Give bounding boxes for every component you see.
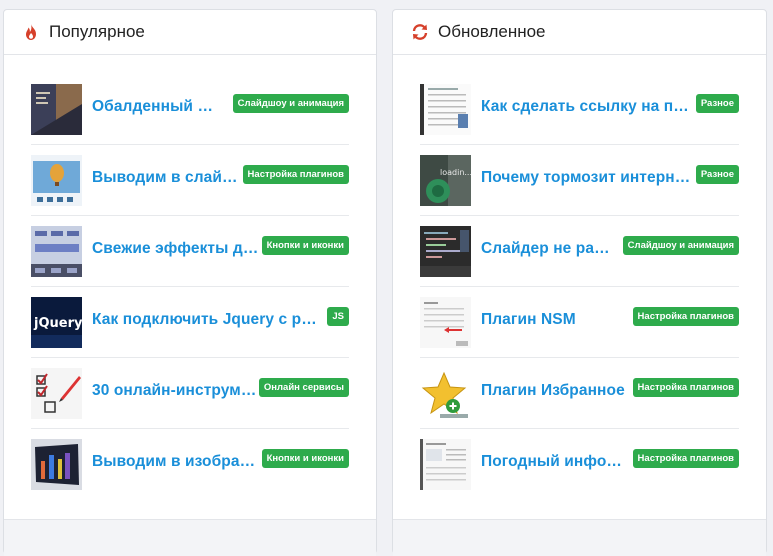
item-title[interactable]: Выводим в изображ... (92, 453, 261, 471)
svg-text:jQuery: jQuery (33, 316, 82, 331)
category-badge[interactable]: Онлайн сервисы (258, 378, 349, 397)
category-badge[interactable]: Кнопки и иконки (261, 449, 349, 468)
list-item[interactable]: Свежие эффекты для... Кнопки и иконки (31, 216, 349, 287)
table-screenshot-thumbnail[interactable] (420, 84, 471, 135)
popular-card-footer (4, 519, 376, 556)
item-title[interactable]: Погодный информ... (481, 453, 629, 471)
item-title[interactable]: Плагин NSM (481, 311, 629, 329)
code-screenshot-thumbnail[interactable] (420, 226, 471, 277)
city-thumbnail[interactable] (31, 439, 82, 490)
popular-list: Обалденный пол... Слайдшоу и анимация Вы… (31, 74, 349, 500)
category-badge[interactable]: Кнопки и иконки (261, 236, 349, 255)
balloon-slider-thumbnail[interactable] (31, 155, 82, 206)
list-item[interactable]: 30 онлайн-инструме... Онлайн сервисы (31, 358, 349, 429)
list-item[interactable]: Слайдер не работ... Слайдшоу и анимация (420, 216, 739, 287)
popular-card: Популярное Обалденный пол... Слайдшоу и … (3, 9, 377, 556)
loading-thumbnail[interactable]: loadin... (420, 155, 471, 206)
list-item[interactable]: Погодный информ... Настройка плагинов (420, 429, 739, 500)
updated-card: Обновленное Как сделать ссылку на про...… (392, 9, 767, 556)
item-title[interactable]: 30 онлайн-инструме... (92, 382, 261, 400)
updated-card-header: Обновленное (393, 10, 766, 55)
category-badge[interactable]: Настройка плагинов (632, 449, 739, 468)
list-item[interactable]: Выводим в изображ... Кнопки и иконки (31, 429, 349, 500)
photo-thumbnail[interactable] (31, 84, 82, 135)
list-item[interactable]: Выводим в слайде... Настройка плагинов (31, 145, 349, 216)
updated-card-footer (393, 519, 766, 556)
item-title[interactable]: Как сделать ссылку на про... (481, 98, 695, 116)
buttons-thumbnail[interactable] (31, 226, 82, 277)
updated-title: Обновленное (438, 22, 546, 41)
item-title[interactable]: Обалденный пол... (92, 98, 219, 116)
checklist-thumbnail[interactable] (31, 368, 82, 419)
item-title[interactable]: Свежие эффекты для... (92, 240, 261, 258)
settings-screenshot-thumbnail[interactable] (420, 297, 471, 348)
page-screenshot-thumbnail[interactable] (420, 439, 471, 490)
list-item[interactable]: Обалденный пол... Слайдшоу и анимация (31, 74, 349, 145)
item-title[interactable]: Плагин Избранное (481, 382, 629, 400)
item-title[interactable]: Как подключить Jquery с раз... (92, 311, 323, 329)
item-title[interactable]: Почему тормозит интерне... (481, 169, 695, 187)
refresh-icon (411, 23, 429, 41)
category-badge[interactable]: Слайдшоу и анимация (622, 236, 739, 255)
updated-list: Как сделать ссылку на про... Разное load… (420, 74, 739, 500)
category-badge[interactable]: Настройка плагинов (632, 307, 739, 326)
category-badge[interactable]: Разное (695, 94, 739, 113)
popular-card-header: Популярное (4, 10, 376, 55)
list-item[interactable]: Плагин NSM Настройка плагинов (420, 287, 739, 358)
list-item[interactable]: Плагин Избранное Настройка плагинов (420, 358, 739, 429)
category-badge[interactable]: JS (327, 307, 349, 326)
jquery-thumbnail[interactable]: jQuery (31, 297, 82, 348)
list-item[interactable]: jQuery Как подключить Jquery с раз... JS (31, 287, 349, 358)
popular-title: Популярное (49, 22, 145, 41)
category-badge[interactable]: Слайдшоу и анимация (232, 94, 349, 113)
list-item[interactable]: loadin... Почему тормозит интерне... Раз… (420, 145, 739, 216)
fire-icon (22, 23, 40, 41)
svg-text:loadin...: loadin... (440, 168, 471, 177)
category-badge[interactable]: Разное (695, 165, 739, 184)
list-item[interactable]: Как сделать ссылку на про... Разное (420, 74, 739, 145)
item-title[interactable]: Выводим в слайде... (92, 169, 239, 187)
star-thumbnail[interactable] (420, 368, 471, 419)
category-badge[interactable]: Настройка плагинов (242, 165, 349, 184)
category-badge[interactable]: Настройка плагинов (632, 378, 739, 397)
item-title[interactable]: Слайдер не работ... (481, 240, 611, 258)
